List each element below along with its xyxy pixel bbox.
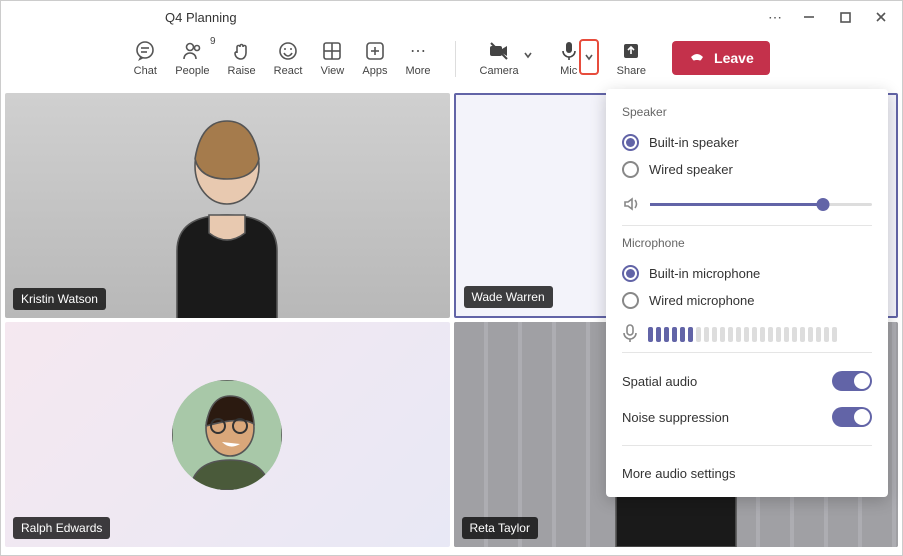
radio-icon — [622, 292, 639, 309]
people-label: People — [175, 65, 209, 77]
name-badge: Kristin Watson — [13, 288, 106, 310]
camera-chevron[interactable] — [517, 41, 539, 69]
volume-slider[interactable] — [650, 203, 872, 206]
leave-button[interactable]: Leave — [672, 41, 770, 75]
speaker-option-label: Built-in speaker — [649, 135, 739, 150]
people-icon — [180, 39, 204, 63]
grid-icon — [320, 39, 344, 63]
more-audio-settings-link[interactable]: More audio settings — [622, 456, 872, 481]
divider — [622, 225, 872, 226]
view-button[interactable]: View — [320, 39, 344, 77]
maximize-button[interactable] — [828, 3, 862, 31]
react-button[interactable]: React — [274, 39, 303, 77]
mic-chevron[interactable] — [579, 39, 599, 75]
avatar — [172, 380, 282, 490]
chat-button[interactable]: Chat — [133, 39, 157, 77]
audio-settings-popup: Speaker Built-in speaker Wired speaker M… — [606, 89, 888, 497]
divider — [622, 352, 872, 353]
noise-suppression-row: Noise suppression — [622, 399, 872, 435]
mic-level-bars — [648, 324, 837, 342]
speaker-option-label: Wired speaker — [649, 162, 733, 177]
leave-label: Leave — [714, 50, 754, 66]
camera-label: Camera — [480, 65, 519, 77]
participant-tile[interactable]: Ralph Edwards — [5, 322, 450, 547]
title-bar: Q4 Planning ⋯ — [1, 1, 902, 33]
apps-icon — [363, 39, 387, 63]
share-label: Share — [617, 65, 646, 77]
emoji-icon — [276, 39, 300, 63]
radio-selected-icon — [622, 265, 639, 282]
hand-icon — [230, 39, 254, 63]
participant-tile[interactable]: Kristin Watson — [5, 93, 450, 318]
camera-off-icon — [487, 39, 511, 63]
camera-button[interactable]: Camera — [480, 39, 519, 77]
mic-button[interactable]: Mic — [557, 39, 581, 77]
more-button[interactable]: ⋯ More — [405, 39, 430, 77]
close-button[interactable] — [864, 3, 898, 31]
people-count: 9 — [210, 36, 216, 47]
phone-icon — [688, 49, 706, 67]
noise-suppression-label: Noise suppression — [622, 410, 729, 425]
people-button[interactable]: 9 People — [175, 39, 209, 77]
chat-label: Chat — [134, 65, 157, 77]
mic-option-label: Built-in microphone — [649, 266, 760, 281]
apps-label: Apps — [362, 65, 387, 77]
spatial-audio-label: Spatial audio — [622, 374, 697, 389]
minimize-button[interactable] — [792, 3, 826, 31]
share-icon — [619, 39, 643, 63]
speaker-option-builtin[interactable]: Built-in speaker — [622, 129, 872, 156]
spatial-audio-toggle[interactable] — [832, 371, 872, 391]
more-label: More — [405, 65, 430, 77]
divider — [622, 445, 872, 446]
name-badge: Wade Warren — [464, 286, 553, 308]
mic-option-wired[interactable]: Wired microphone — [622, 287, 872, 314]
more-options-icon[interactable]: ⋯ — [762, 3, 790, 31]
apps-button[interactable]: Apps — [362, 39, 387, 77]
mic-icon — [557, 39, 581, 63]
raise-hand-button[interactable]: Raise — [228, 39, 256, 77]
raise-label: Raise — [228, 65, 256, 77]
mic-option-builtin[interactable]: Built-in microphone — [622, 260, 872, 287]
speaker-option-wired[interactable]: Wired speaker — [622, 156, 872, 183]
react-label: React — [274, 65, 303, 77]
mic-level-icon — [622, 324, 638, 342]
volume-icon — [622, 195, 640, 213]
participant-figure — [147, 111, 307, 318]
name-badge: Ralph Edwards — [13, 517, 110, 539]
chat-icon — [133, 39, 157, 63]
window-title: Q4 Planning — [165, 10, 237, 25]
volume-row — [622, 195, 872, 213]
name-badge: Reta Taylor — [462, 517, 538, 539]
speaker-header: Speaker — [622, 105, 872, 119]
mic-header: Microphone — [622, 236, 872, 250]
view-label: View — [321, 65, 345, 77]
radio-icon — [622, 161, 639, 178]
spatial-audio-row: Spatial audio — [622, 363, 872, 399]
noise-suppression-toggle[interactable] — [832, 407, 872, 427]
share-button[interactable]: Share — [617, 39, 646, 77]
toolbar-divider — [455, 41, 456, 77]
meeting-toolbar: Chat 9 People Raise React View Apps ⋯ Mo… — [1, 33, 902, 89]
more-icon: ⋯ — [406, 39, 430, 63]
mic-level-row — [622, 324, 872, 342]
radio-selected-icon — [622, 134, 639, 151]
mic-label: Mic — [560, 65, 577, 77]
mic-option-label: Wired microphone — [649, 293, 755, 308]
